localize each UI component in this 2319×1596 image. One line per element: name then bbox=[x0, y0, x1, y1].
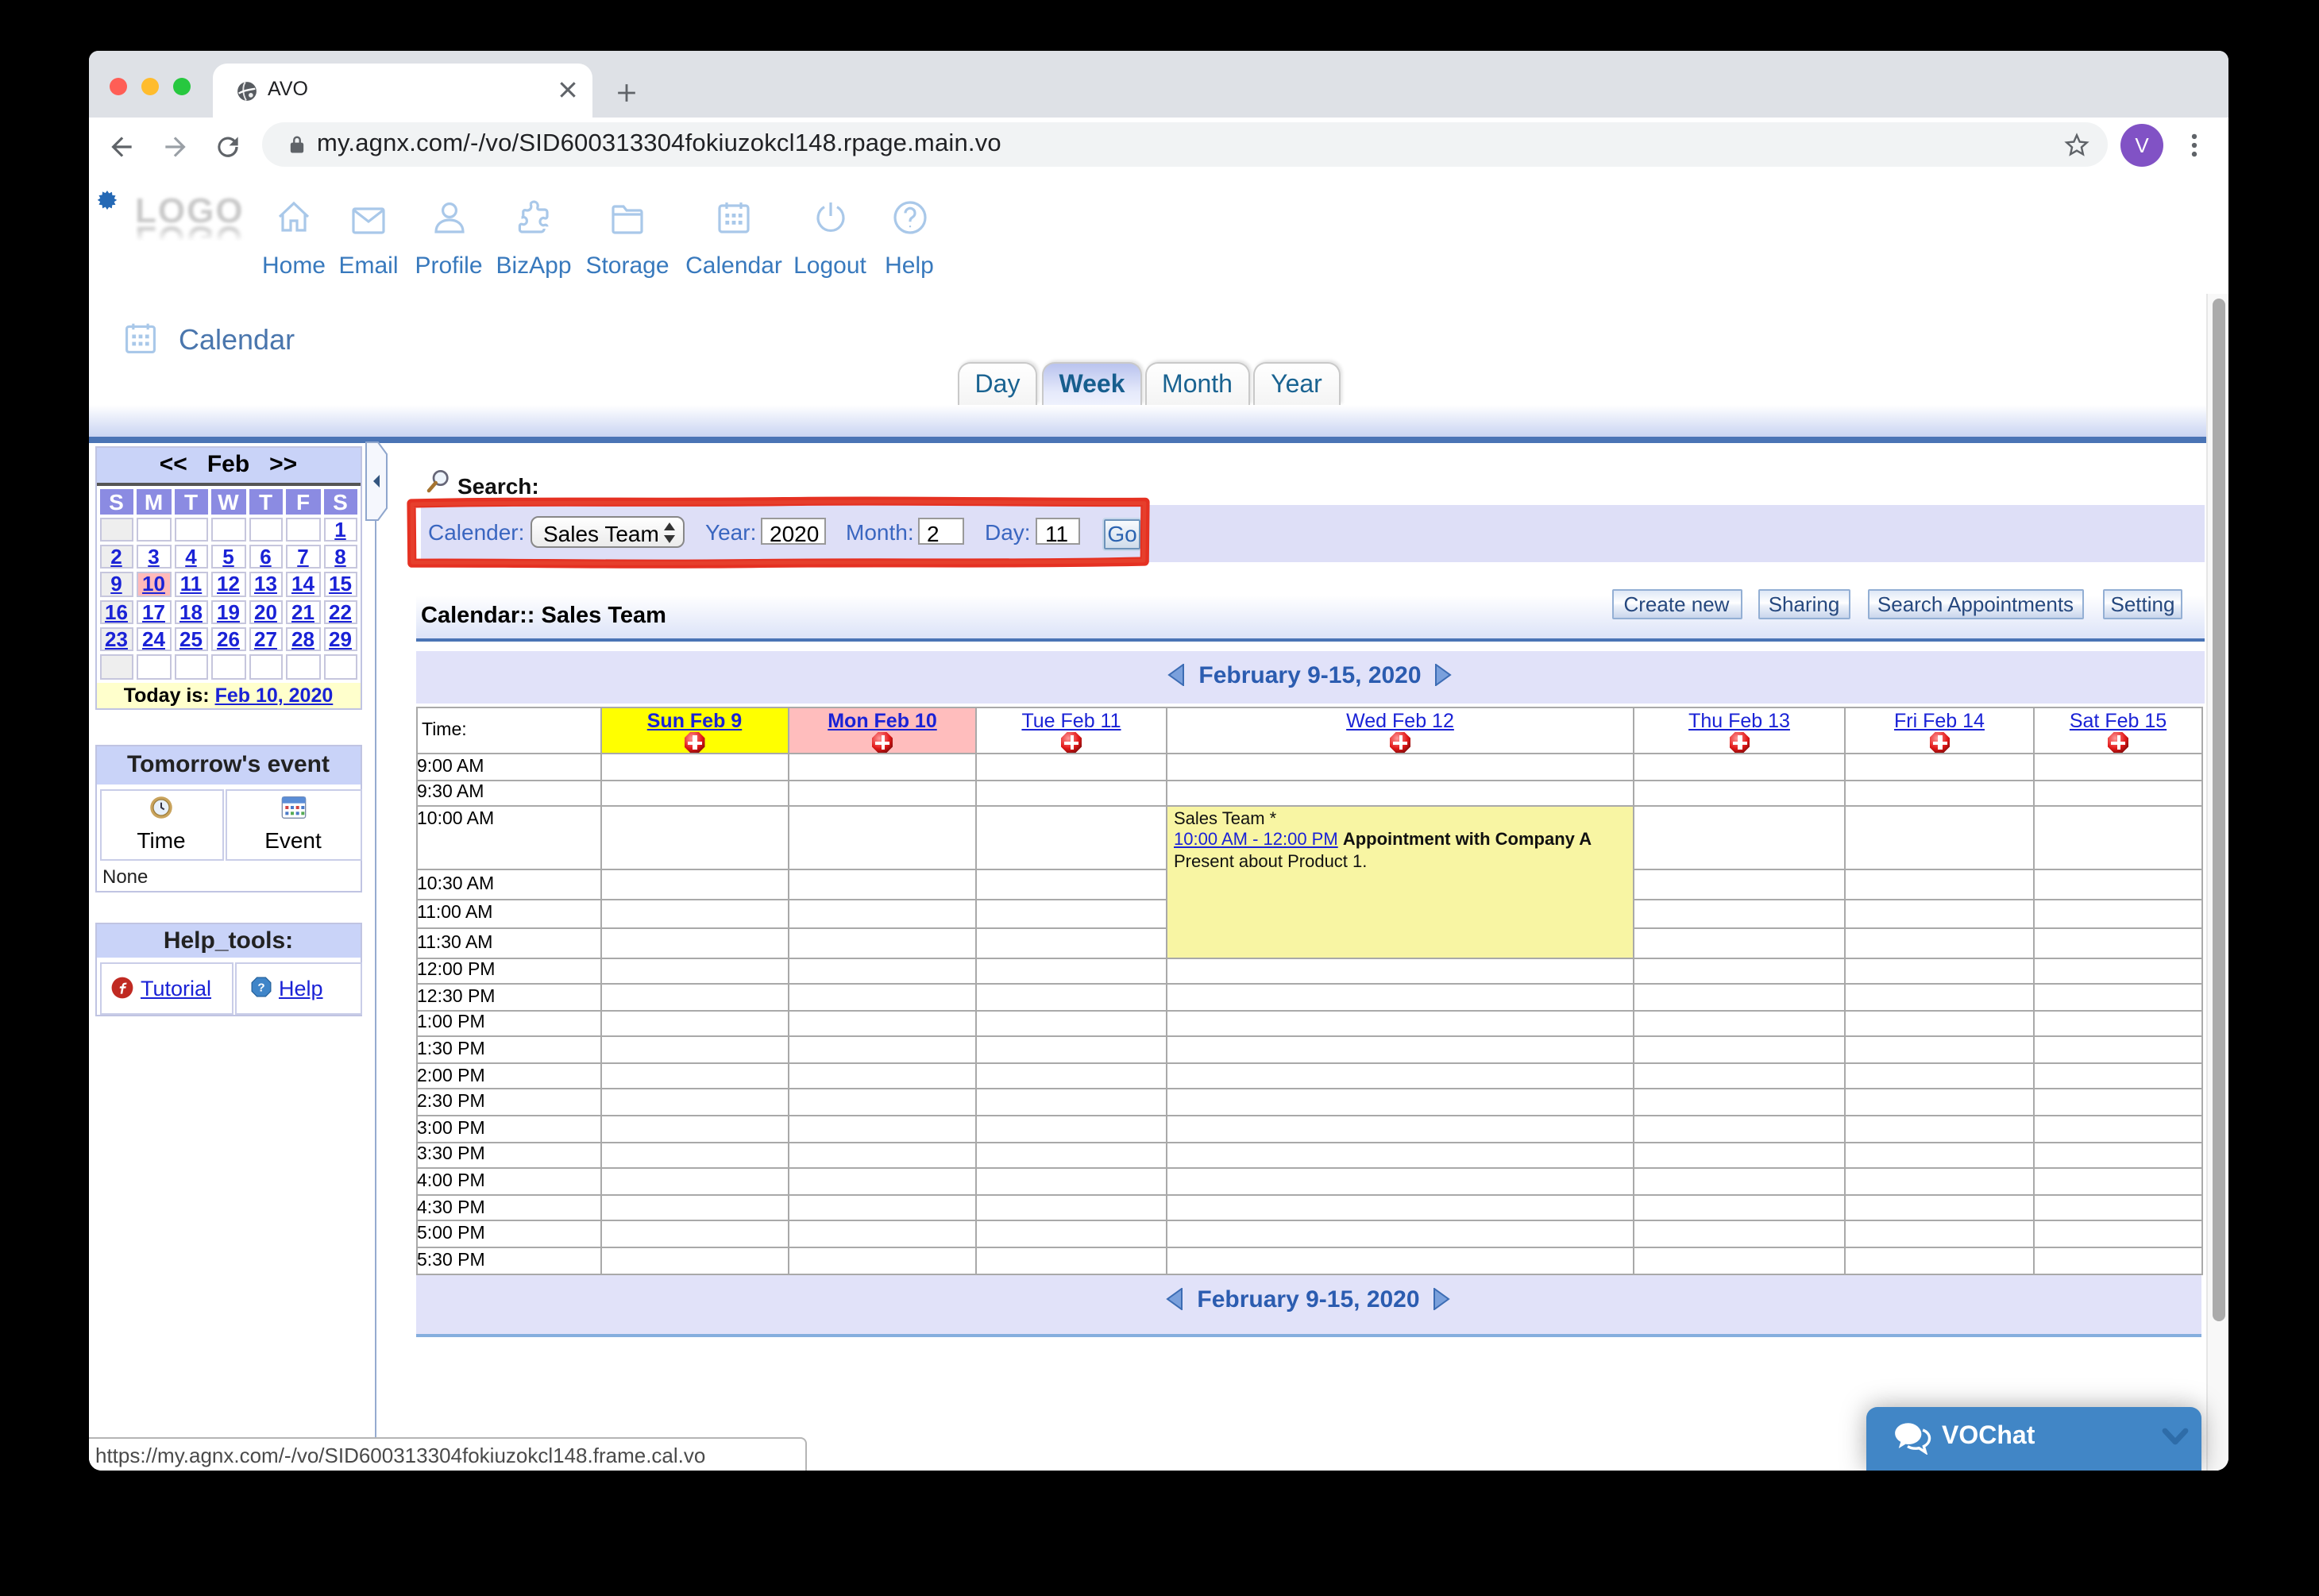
svg-text:?: ? bbox=[257, 980, 264, 993]
